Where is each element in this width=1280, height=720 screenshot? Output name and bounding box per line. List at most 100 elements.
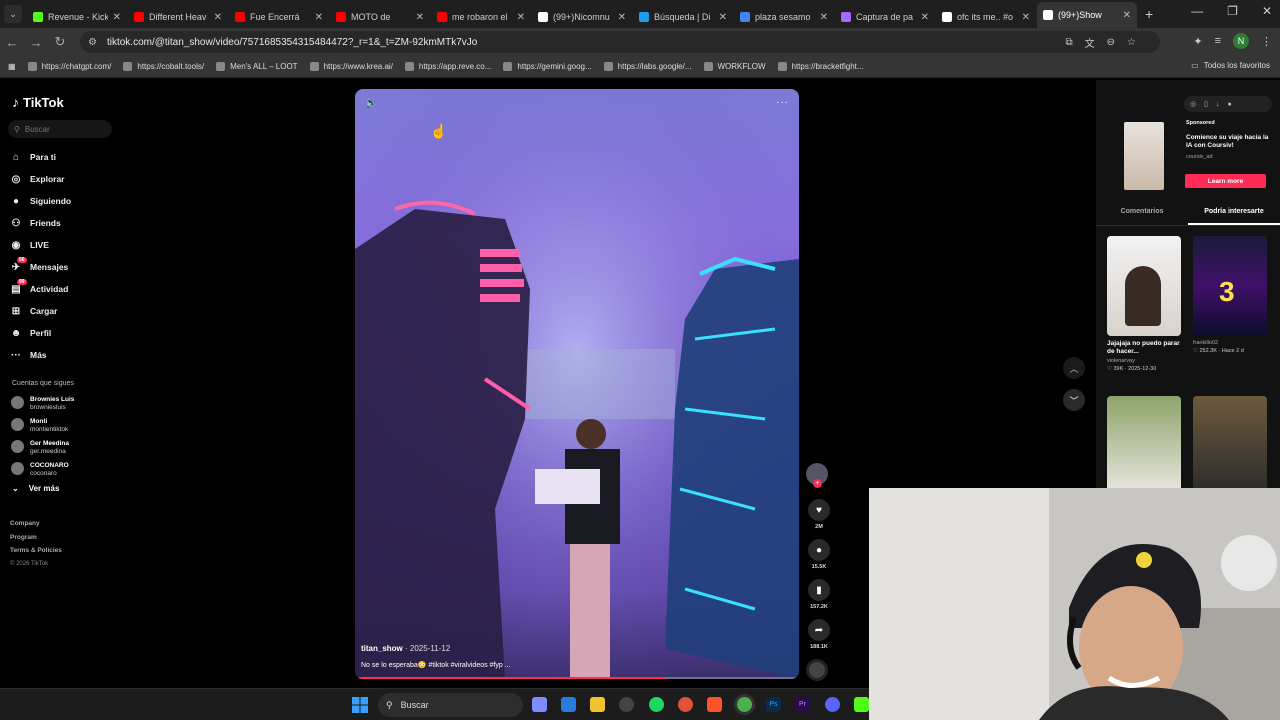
forward-button[interactable]: → [24,35,48,50]
user-avatar[interactable]: ● [1227,101,1231,108]
site-info-icon[interactable]: ⚙ [88,37,97,48]
video-progress-bar[interactable] [355,677,799,679]
close-tab-icon[interactable]: ✕ [1022,12,1030,23]
close-tab-icon[interactable]: ✕ [315,12,323,23]
reload-button[interactable]: ↻ [48,34,72,50]
like-button[interactable]: ♥ [808,499,830,521]
compass-small-icon[interactable]: ◎ [1190,100,1196,108]
discord-icon[interactable] [825,697,840,712]
browser-tab[interactable]: (99+)Nicomnu ✕ [532,6,632,28]
bookmark-item[interactable]: https://cobalt.tools/ [123,62,204,71]
browser-tab[interactable]: Captura de pa ✕ [835,6,935,28]
close-tab-icon[interactable]: ✕ [1123,10,1131,21]
chrome-icon[interactable] [737,697,752,712]
follow-plus-icon[interactable]: + [813,479,822,488]
browser-tab[interactable]: Revenue - Kick ✕ [27,6,127,28]
sidebar-item-friends[interactable]: ⚇ Friends [10,212,120,234]
bookmark-item[interactable]: https://app.reve.co... [404,62,491,71]
browser-menu-icon[interactable]: ⋮ [1261,35,1272,48]
download-icon[interactable]: ↓ [1216,101,1220,108]
bookmark-item[interactable]: https://chatgpt.com/ [27,62,111,71]
more-options-icon[interactable]: ··· [776,97,789,108]
save-button[interactable]: ▮ [808,579,830,601]
kick-icon[interactable] [854,697,869,712]
browser-tab[interactable]: (99+)Show ✕ [1037,2,1137,28]
ad-image[interactable] [1124,122,1164,190]
footer-link-terms[interactable]: Terms & Policies [10,544,62,558]
sponsored-ad[interactable]: Sponsored Comience su viaje hacia la IA … [1106,116,1271,192]
share-button[interactable]: ➦ [808,619,830,641]
close-tab-icon[interactable]: ✕ [517,12,525,23]
sidebar-item-mensajes[interactable]: ✈ 56 Mensajes [10,256,120,278]
sidebar-item-perfil[interactable]: ☻ Perfil [10,322,120,344]
browser-tab[interactable]: ofc its me.. #o ✕ [936,6,1036,28]
back-button[interactable]: ← [0,35,24,50]
minimize-icon[interactable]: — [1191,4,1203,18]
followed-account[interactable]: Ger Meedina ger.meedina [11,440,69,456]
file-explorer-icon[interactable] [590,697,605,712]
suggested-video[interactable]: 3 frankillo02 ♡ 252.3K · Hace 2 d [1193,236,1267,354]
volume-icon[interactable]: 🔈 [365,98,377,109]
bookmark-item[interactable]: https://bracketfight... [777,62,864,71]
browser-tab[interactable]: Fue Encerrá ✕ [229,6,329,28]
close-window-icon[interactable]: ✕ [1262,4,1272,18]
suggested-thumbnail[interactable] [1193,396,1267,496]
close-tab-icon[interactable]: ✕ [820,12,828,23]
suggested-author[interactable]: frankillo02 [1193,340,1267,346]
sidebar-item-live[interactable]: ◉ LIVE [10,234,120,256]
followed-account[interactable]: COCONARO coconaro [11,462,69,478]
outlook-icon[interactable] [561,697,576,712]
suggested-video[interactable] [1193,396,1267,496]
sidebar-item-explorar[interactable]: ◎ Explorar [10,168,120,190]
sidebar-item-para-ti[interactable]: ⌂ Para ti [10,146,120,168]
profile-avatar[interactable]: N [1233,33,1249,49]
bookmark-item[interactable]: https://labs.google/... [603,62,692,71]
obs-icon[interactable] [619,697,634,712]
browser-tab[interactable]: MOTO de ✕ [330,6,430,28]
tab-comments[interactable]: Comentarios [1096,206,1188,225]
taskbar-search[interactable]: ⚲ Buscar [378,693,523,717]
photoshop-icon[interactable]: Ps [766,697,781,712]
see-more-button[interactable]: ⌄ Ver más [12,484,59,493]
browser-tab[interactable]: me robaron el ✕ [431,6,531,28]
maximize-icon[interactable]: ❐ [1227,4,1238,18]
media-control-icon[interactable]: ≡ [1215,35,1221,47]
learn-more-button[interactable]: Learn more [1185,174,1266,188]
brave-icon[interactable] [707,697,722,712]
suggested-video[interactable] [1107,396,1181,496]
followed-account[interactable]: Monti montientiktok [11,418,68,434]
suggested-thumbnail[interactable] [1107,396,1181,496]
app-icon[interactable] [678,697,693,712]
phone-icon[interactable]: ▯ [1204,100,1208,108]
apps-grid-icon[interactable]: ▦ [8,62,16,71]
close-tab-icon[interactable]: ✕ [113,12,121,23]
close-tab-icon[interactable]: ✕ [719,12,727,23]
suggested-author[interactable]: violenarvay [1107,358,1181,364]
next-video-button[interactable]: ﹀ [1063,389,1085,411]
spotify-icon[interactable] [649,697,664,712]
video-player[interactable]: 🔈 ··· ☝ titan_show · 2025-11-12 No se lo… [355,89,799,679]
sidebar-item-siguiendo[interactable]: ● Siguiendo [10,190,120,212]
close-tab-icon[interactable]: ✕ [214,12,222,23]
footer-link-company[interactable]: Company [10,517,62,531]
close-tab-icon[interactable]: ✕ [618,12,626,23]
install-app-icon[interactable]: ⧉ [1066,37,1073,48]
address-bar[interactable]: ⚙ tiktok.com/@titan_show/video/757168535… [80,31,1160,53]
tiktok-logo[interactable]: ♪ TikTok [12,94,64,110]
browser-tab[interactable]: plaza sesamo ✕ [734,6,834,28]
close-tab-icon[interactable]: ✕ [921,12,929,23]
footer-link-program[interactable]: Program [10,531,62,545]
bookmark-item[interactable]: https://gemini.goog... [503,62,592,71]
windows-start-icon[interactable] [352,697,368,713]
sidebar-item-actividad[interactable]: ▤ 99 Actividad [10,278,120,300]
browser-tab[interactable]: Different Heav ✕ [128,6,228,28]
bookmark-item[interactable]: Men's ALL – LOOT [216,62,298,71]
tab-search-button[interactable]: ⌄ [4,5,22,23]
author-handle[interactable]: titan_show [361,644,403,653]
sidebar-item-m-s[interactable]: ··· Más [10,344,120,366]
comment-button[interactable]: ● [808,539,830,561]
zoom-icon[interactable]: ⊖ [1107,37,1115,48]
suggested-thumbnail[interactable]: 3 [1193,236,1267,336]
bookmark-item[interactable]: WORKFLOW [703,62,766,71]
suggested-video[interactable]: Jajajaja no puedo parar de hacer... viol… [1107,236,1181,372]
